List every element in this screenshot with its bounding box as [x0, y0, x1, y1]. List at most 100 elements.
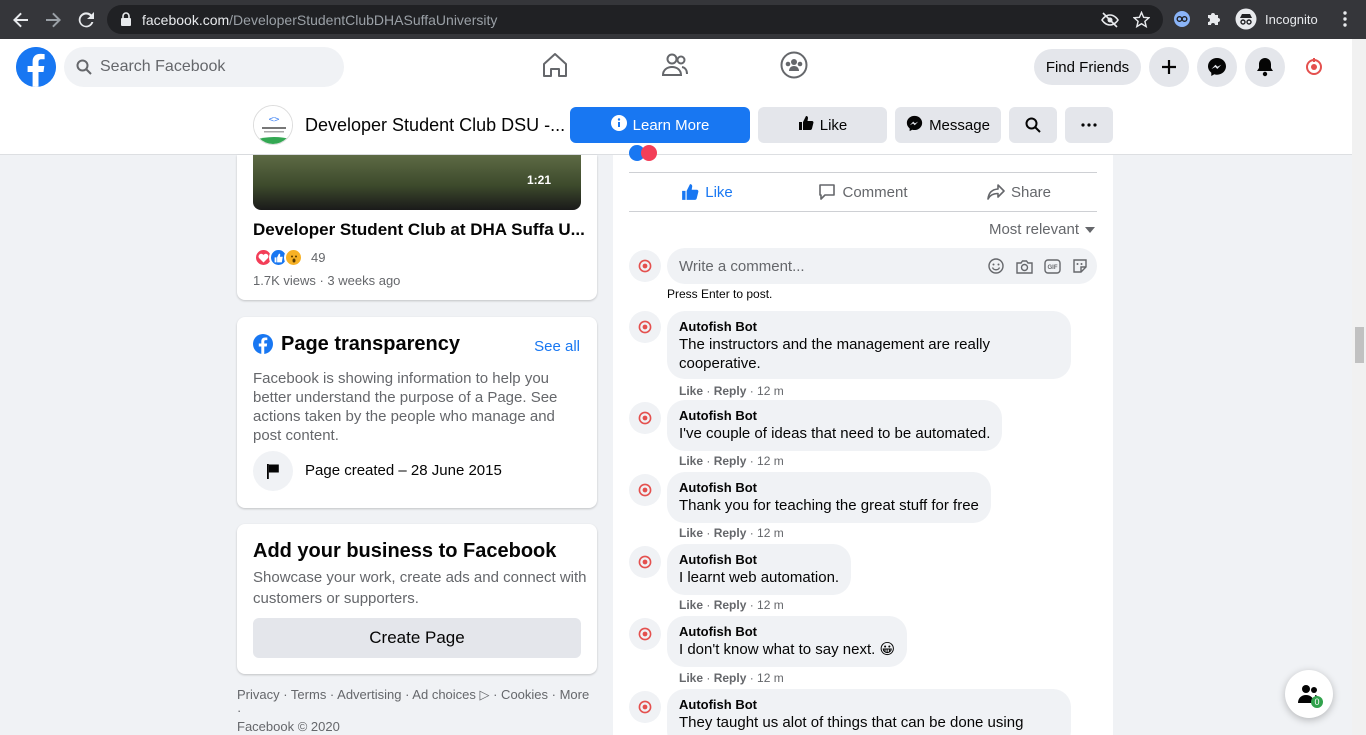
back-icon[interactable]: [5, 4, 37, 36]
video-duration: 1:21: [526, 173, 551, 187]
post-actions: Like Comment Share: [629, 172, 1097, 212]
messenger-small-icon: [906, 115, 923, 136]
video-title[interactable]: Developer Student Club at DHA Suffa U...: [253, 220, 585, 240]
page-like-button[interactable]: Like: [758, 107, 887, 143]
write-comment-input[interactable]: Write a comment... GIF: [667, 248, 1097, 284]
commenter-avatar[interactable]: [629, 402, 661, 434]
comment-actions: Like · Reply · 12 m: [679, 384, 784, 398]
comment-reply-link[interactable]: Reply: [714, 454, 747, 468]
friends-icon[interactable]: [661, 51, 689, 84]
comment-actions: Like · Reply · 12 m: [679, 671, 784, 685]
forward-icon[interactable]: [37, 4, 69, 36]
home-icon[interactable]: [541, 51, 569, 84]
comment-author[interactable]: Autofish Bot: [679, 697, 1059, 713]
commenter-avatar[interactable]: [629, 691, 661, 723]
comment-time[interactable]: 12 m: [757, 454, 784, 468]
emoji-icon[interactable]: [987, 257, 1005, 275]
more-dots-icon: [1081, 123, 1097, 127]
search-input[interactable]: Search Facebook: [64, 47, 344, 87]
create-page-button[interactable]: Create Page: [253, 618, 581, 658]
notifications-bell-icon[interactable]: [1245, 47, 1285, 87]
comment-like-link[interactable]: Like: [679, 454, 703, 468]
comment-reply-link[interactable]: Reply: [714, 384, 747, 398]
kebab-menu-icon[interactable]: [1334, 8, 1356, 30]
footer-links-text[interactable]: Privacy · Terms · Advertising · Ad choic…: [237, 687, 597, 719]
comment-reply-link[interactable]: Reply: [714, 671, 747, 685]
comment-bubble: Autofish Bot Thank you for teaching the …: [667, 472, 991, 523]
comment-time[interactable]: 12 m: [757, 671, 784, 685]
transparency-description: Facebook is showing information to help …: [253, 370, 558, 444]
facebook-logo[interactable]: [16, 47, 56, 87]
comment-reply-link[interactable]: Reply: [714, 526, 747, 540]
comment-time[interactable]: 12 m: [757, 384, 784, 398]
video-meta: 1.7K views · 3 weeks ago: [253, 273, 401, 288]
comment-time[interactable]: 12 m: [757, 526, 784, 540]
comment-author[interactable]: Autofish Bot: [679, 624, 895, 640]
message-button[interactable]: Message: [895, 107, 1001, 143]
comment-actions: Like · Reply · 12 m: [679, 598, 784, 612]
reload-icon[interactable]: [70, 4, 102, 36]
post-reactions-strip: [629, 145, 657, 161]
puzzle-icon[interactable]: [1203, 8, 1225, 30]
comment-author[interactable]: Autofish Bot: [679, 408, 990, 424]
new-message-button[interactable]: 0: [1285, 670, 1333, 718]
video-thumbnail[interactable]: 1:21: [253, 155, 581, 210]
account-avatar[interactable]: [1294, 47, 1334, 87]
facebook-small-icon: [253, 334, 273, 359]
extension-icon[interactable]: [1171, 8, 1193, 30]
comment-icon: [819, 184, 836, 200]
commenter-avatar[interactable]: [629, 311, 661, 343]
comment-time[interactable]: 12 m: [757, 598, 784, 612]
page-scrollbar[interactable]: [1352, 39, 1366, 735]
thumbs-up-icon: [682, 184, 699, 200]
address-bar[interactable]: facebook.com/DeveloperStudentClubDHASuff…: [107, 5, 1163, 34]
comment-reply-link[interactable]: Reply: [714, 598, 747, 612]
commenter-avatar[interactable]: [629, 546, 661, 578]
page-name[interactable]: Developer Student Club DSU -...: [305, 115, 565, 136]
add-business-card: Add your business to Facebook Showcase y…: [237, 524, 597, 674]
page-avatar[interactable]: <>: [253, 105, 293, 145]
my-comment-avatar[interactable]: [629, 250, 661, 282]
post-like-button[interactable]: Like: [629, 173, 785, 211]
comment-author[interactable]: Autofish Bot: [679, 552, 839, 568]
post-share-button[interactable]: Share: [941, 173, 1097, 211]
footer-links[interactable]: Privacy · Terms · Advertising · Ad choic…: [237, 687, 597, 735]
commenter-avatar[interactable]: [629, 618, 661, 650]
press-enter-hint: Press Enter to post.: [667, 287, 773, 301]
see-all-link[interactable]: See all: [534, 338, 580, 355]
messenger-icon[interactable]: [1197, 47, 1237, 87]
page-more-button[interactable]: [1065, 107, 1113, 143]
comment-sort-dropdown[interactable]: Most relevant: [989, 221, 1095, 238]
comment-like-link[interactable]: Like: [679, 671, 703, 685]
eye-off-icon[interactable]: [1101, 12, 1119, 33]
comment-like-link[interactable]: Like: [679, 384, 703, 398]
gif-icon[interactable]: GIF: [1043, 257, 1061, 275]
post-comment-button[interactable]: Comment: [785, 173, 941, 211]
comment-author[interactable]: Autofish Bot: [679, 480, 979, 496]
reactions-summary[interactable]: 49: [254, 248, 325, 267]
footer-copyright: Facebook © 2020: [237, 719, 340, 734]
camera-icon[interactable]: [1015, 257, 1033, 275]
comment-text: Thank you for teaching the great stuff f…: [679, 497, 979, 514]
online-count-badge: 0: [1311, 696, 1323, 708]
url-text: facebook.com/DeveloperStudentClubDHASuff…: [142, 11, 498, 28]
comment-author[interactable]: Autofish Bot: [679, 319, 1059, 335]
comment-actions: Like · Reply · 12 m: [679, 526, 784, 540]
comment-like-link[interactable]: Like: [679, 598, 703, 612]
page-search-button[interactable]: [1009, 107, 1057, 143]
transparency-title: Page transparency: [281, 333, 460, 355]
find-friends-button[interactable]: Find Friends: [1034, 49, 1141, 85]
scrollbar-thumb[interactable]: [1355, 327, 1364, 363]
groups-icon[interactable]: [780, 51, 808, 84]
comment-like-link[interactable]: Like: [679, 526, 703, 540]
learn-more-button[interactable]: Learn More: [570, 107, 750, 143]
create-button[interactable]: [1149, 47, 1189, 87]
message-label: Message: [929, 116, 990, 134]
sticker-icon[interactable]: [1071, 257, 1089, 275]
business-title: Add your business to Facebook: [253, 540, 557, 562]
video-card: 1:21 Developer Student Club at DHA Suffa…: [237, 155, 597, 300]
incognito-icon[interactable]: [1235, 8, 1257, 30]
star-icon[interactable]: [1132, 10, 1151, 33]
commenter-avatar[interactable]: [629, 474, 661, 506]
comment-text: I learnt web automation.: [679, 569, 840, 586]
